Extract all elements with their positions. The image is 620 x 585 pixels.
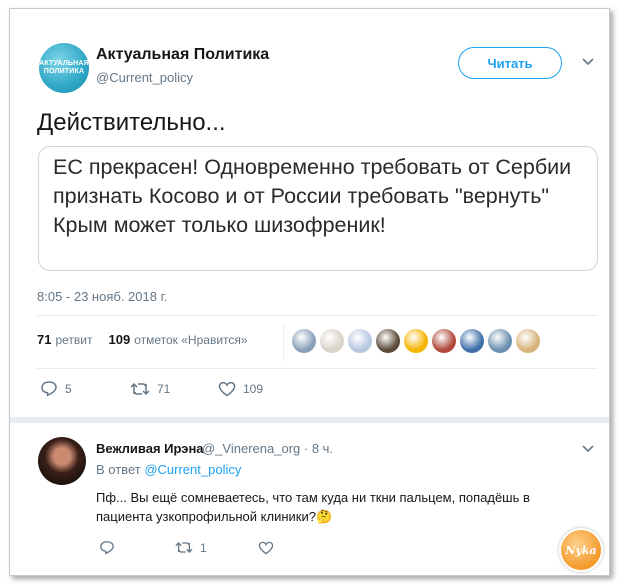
- tweet-actions: 5 71 109: [40, 380, 263, 397]
- in-reply-mention[interactable]: @Current_policy: [144, 462, 241, 477]
- heart-icon[interactable]: [218, 381, 236, 397]
- retweet-count-action: 71: [157, 381, 171, 396]
- like-label[interactable]: отметок «Нравится»: [134, 333, 247, 347]
- reply-actions: 1: [99, 540, 274, 555]
- reply-retweet-count: 1: [200, 540, 207, 555]
- reply-time[interactable]: · 8 ч.: [304, 441, 333, 456]
- reply-action[interactable]: 5: [40, 380, 130, 397]
- like-count[interactable]: 109: [109, 332, 131, 347]
- liker-avatar[interactable]: [460, 329, 484, 353]
- section-separator: [10, 417, 609, 423]
- tweet-timestamp[interactable]: 8:05 - 23 нояб. 2018 г.: [37, 289, 167, 304]
- liker-avatar[interactable]: [292, 329, 316, 353]
- avatar-logo-text: АКТУАЛЬНАЯ ПОЛИТИКА: [39, 60, 89, 75]
- reply-like-action[interactable]: [258, 541, 274, 555]
- reply-retweet-action[interactable]: 1: [175, 540, 258, 555]
- liker-avatar[interactable]: [488, 329, 512, 353]
- liker-avatar[interactable]: [320, 329, 344, 353]
- follow-button[interactable]: Читать: [458, 47, 562, 79]
- watermark-logo: Nyka: [559, 528, 603, 572]
- quoted-text-box: ЕС прекрасен! Одновременно требовать от …: [38, 146, 598, 271]
- in-reply-prefix: В ответ: [96, 462, 141, 477]
- reply-count: 5: [65, 381, 72, 396]
- in-reply-to: В ответ @Current_policy: [96, 462, 241, 477]
- retweet-icon[interactable]: [175, 540, 193, 555]
- account-handle[interactable]: @Current_policy: [96, 70, 193, 85]
- reply-reply-action[interactable]: [99, 540, 175, 555]
- liker-avatar[interactable]: [376, 329, 400, 353]
- tweet-stats: 71 ретвит 109 отметок «Нравится»: [37, 332, 248, 347]
- reply-meta: @_Vinerena_org · 8 ч.: [202, 441, 333, 456]
- retweet-label[interactable]: ретвит: [55, 333, 92, 347]
- like-action[interactable]: 109: [218, 381, 263, 397]
- account-avatar[interactable]: АКТУАЛЬНАЯ ПОЛИТИКА: [39, 43, 89, 93]
- reply-icon[interactable]: [40, 380, 58, 397]
- retweet-icon[interactable]: [130, 381, 150, 397]
- reply-icon[interactable]: [99, 540, 115, 555]
- liker-avatar[interactable]: [348, 329, 372, 353]
- tweet-text: Действительно...: [37, 109, 226, 136]
- retweet-count[interactable]: 71: [37, 332, 51, 347]
- retweet-action[interactable]: 71: [130, 381, 218, 397]
- divider: [37, 315, 597, 316]
- divider: [283, 325, 284, 361]
- chevron-down-icon[interactable]: [582, 58, 594, 66]
- liker-avatar[interactable]: [432, 329, 456, 353]
- tweet-screenshot-frame: АКТУАЛЬНАЯ ПОЛИТИКА Актуальная Политика …: [9, 8, 610, 576]
- divider: [37, 368, 597, 369]
- heart-icon[interactable]: [258, 541, 274, 555]
- reply-author-avatar[interactable]: [38, 437, 86, 485]
- reply-text: Пф... Вы ещё сомневаетесь, что там куда …: [96, 490, 530, 524]
- liker-avatar[interactable]: [516, 329, 540, 353]
- like-count-action: 109: [243, 381, 264, 396]
- reply-author-name[interactable]: Вежливая Ирэна: [96, 441, 204, 456]
- liker-avatar[interactable]: [404, 329, 428, 353]
- chevron-down-icon[interactable]: [582, 445, 594, 453]
- watermark-text: Nyka: [565, 543, 597, 557]
- liker-avatars: [292, 329, 540, 353]
- account-name[interactable]: Актуальная Политика: [96, 46, 269, 64]
- reply-author-handle[interactable]: @_Vinerena_org: [202, 441, 300, 456]
